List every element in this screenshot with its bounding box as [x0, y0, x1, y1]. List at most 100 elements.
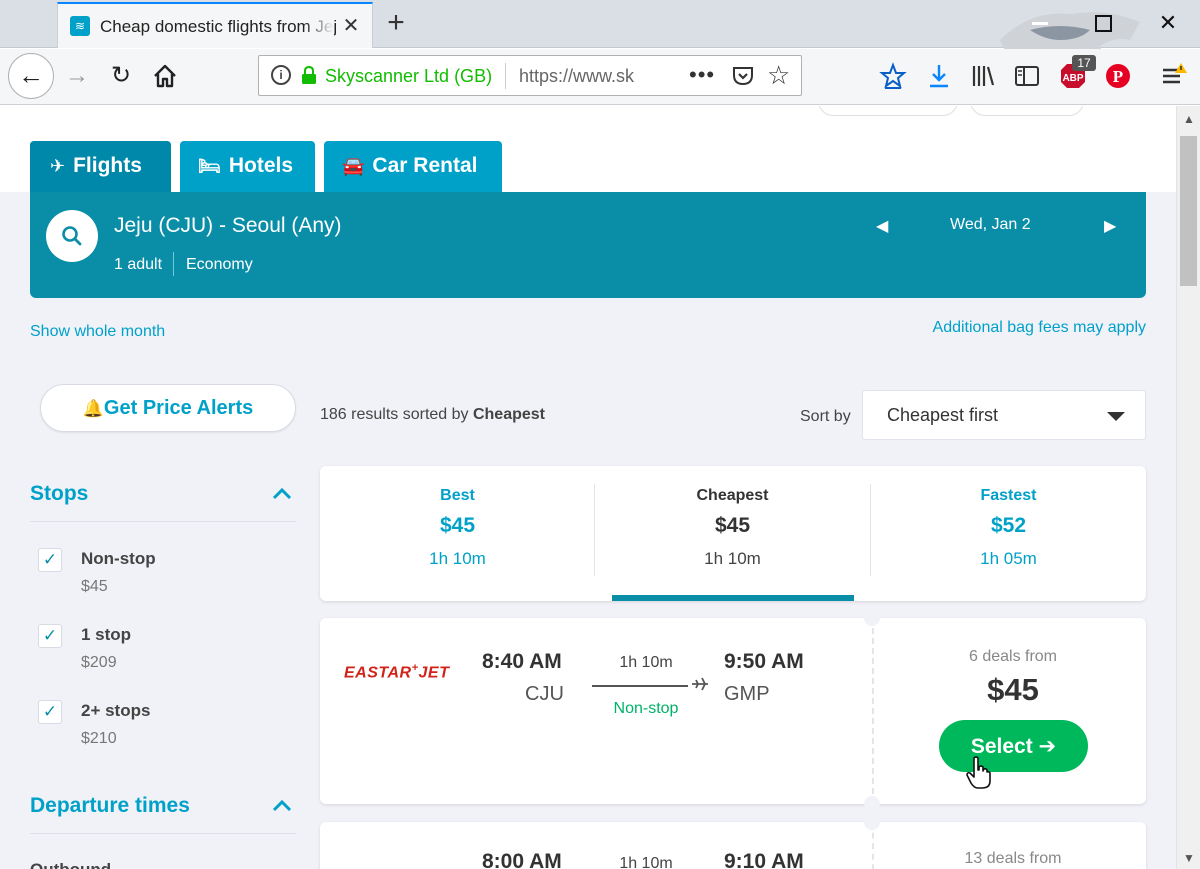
window-maximize-button[interactable] [1090, 10, 1116, 36]
url-separator [505, 63, 506, 89]
show-whole-month-link[interactable]: Show whole month [30, 323, 165, 341]
price-alerts-button[interactable]: 🔔Get Price Alerts [40, 384, 296, 432]
bell-icon: 🔔 [82, 399, 104, 418]
library-icon[interactable] [968, 61, 998, 91]
pocket-icon[interactable] [731, 64, 755, 88]
stop-option-price: $210 [81, 730, 117, 747]
airplane-icon [692, 677, 708, 691]
passenger-count: 1 adult [114, 256, 163, 273]
stops-filter-header[interactable]: Stops [30, 482, 296, 522]
tab-title-fade [304, 12, 334, 42]
flight-result-card[interactable]: 8:00 AM 1h 10m 9:10 AM 13 deals from [320, 814, 1146, 869]
bookmarks-star-icon[interactable] [878, 61, 908, 91]
back-button[interactable]: ← [8, 53, 54, 99]
summary-price: $45 [714, 514, 751, 537]
menu-hamburger-icon[interactable] [1158, 61, 1188, 91]
sort-select[interactable]: Cheapest first [862, 390, 1146, 440]
search-button[interactable] [46, 210, 98, 262]
card-dashed-divider [872, 618, 874, 804]
sort-summary-card: Best $45 1h 10m Cheapest $45 1h 10m Fast… [320, 466, 1146, 601]
tab-car-rental-label: Car Rental [372, 154, 478, 177]
summary-label: Cheapest [696, 487, 769, 504]
select-button[interactable]: Select ➔ [939, 720, 1088, 772]
summary-duration: 1h 05m [980, 549, 1037, 568]
route-line [592, 685, 688, 687]
tab-title: Cheap domestic flights from Jeju [100, 17, 336, 36]
summary-best[interactable]: Best $45 1h 10m [320, 466, 595, 601]
new-tab-button[interactable]: + [382, 8, 410, 38]
page-scrollbar[interactable]: ▲ ▼ [1176, 106, 1200, 869]
departure-time: 8:40 AM [482, 650, 562, 673]
page-actions-icon[interactable]: ••• [689, 62, 715, 88]
browser-navbar: ← → ↻ i Skyscanner Ltd (GB) https://www.… [0, 49, 1200, 105]
bookmark-star-icon[interactable]: ☆ [767, 60, 790, 91]
search-summary-panel[interactable]: Jeju (CJU) - Seoul (Any) 1 adult Economy… [30, 192, 1146, 298]
tab-hotels-label: Hotels [228, 154, 294, 177]
card-notch [864, 814, 880, 830]
header-button-partial[interactable] [818, 106, 958, 116]
previous-day-arrow-icon[interactable]: ◀ [876, 216, 888, 236]
stops-label: Non-stop [613, 700, 679, 717]
window-close-button[interactable]: ✕ [1155, 10, 1181, 36]
tab-hotels[interactable]: 🛏 Hotels [180, 141, 315, 192]
summary-price: $52 [990, 514, 1027, 537]
results-sort-key: Cheapest [472, 406, 545, 423]
skyscanner-favicon-icon: ≋ [70, 16, 90, 36]
url-text[interactable]: https://www.sk [519, 66, 639, 87]
deal-price: $45 [987, 672, 1039, 707]
chevron-up-icon[interactable] [272, 486, 292, 500]
site-info-icon[interactable]: i [271, 65, 291, 85]
download-icon[interactable] [924, 61, 954, 91]
svg-text:ABP: ABP [1062, 73, 1083, 84]
results-count-text: 186 results sorted by [320, 406, 473, 423]
departure-time: 8:00 AM [482, 850, 562, 869]
scroll-up-arrow-icon[interactable]: ▲ [1183, 112, 1195, 126]
scroll-down-arrow-icon[interactable]: ▼ [1183, 851, 1195, 865]
stop-option-nonstop[interactable]: ✓ Non-stop $45 [38, 548, 278, 608]
chevron-up-icon[interactable] [272, 798, 292, 812]
sidebar-icon[interactable] [1012, 61, 1042, 91]
arrival-time: 9:50 AM [724, 650, 804, 673]
deals-count: 6 deals from [968, 648, 1058, 665]
outbound-filter-label-partial: Outbound [30, 860, 111, 869]
departure-times-filter-header[interactable]: Departure times [30, 794, 296, 834]
stop-option-price: $209 [81, 654, 117, 671]
page-header-area [0, 106, 1176, 192]
header-button-partial[interactable] [970, 106, 1084, 116]
flight-result-card[interactable]: EASTAR+JET 8:40 AM CJU 1h 10m Non-stop 9… [320, 610, 1146, 812]
browser-tab-active[interactable]: ≋ Cheap domestic flights from Jeju ✕ [57, 2, 373, 48]
reload-button[interactable]: ↻ [106, 61, 136, 91]
tab-flights-label: Flights [73, 154, 142, 177]
checkbox-one-stop[interactable]: ✓ [38, 624, 62, 648]
stop-option-label: 1 stop [81, 625, 132, 644]
scrollbar-thumb[interactable] [1180, 136, 1197, 286]
home-icon[interactable] [150, 61, 180, 91]
bag-fees-link[interactable]: Additional bag fees may apply [860, 319, 1146, 337]
stop-option-one-stop[interactable]: ✓ 1 stop $209 [38, 624, 278, 684]
checkbox-two-plus-stops[interactable]: ✓ [38, 700, 62, 724]
summary-cheapest[interactable]: Cheapest $45 1h 10m [595, 466, 870, 601]
next-day-arrow-icon[interactable]: ▶ [1104, 216, 1116, 236]
tab-flights[interactable]: ✈ Flights [30, 141, 171, 192]
tab-close-icon[interactable]: ✕ [340, 15, 362, 37]
flight-duration: 1h 10m [619, 654, 673, 671]
url-bar[interactable]: i Skyscanner Ltd (GB) https://www.sk •••… [258, 55, 802, 96]
tab-car-rental[interactable]: 🚘 Car Rental [324, 141, 502, 192]
window-minimize-button[interactable] [1028, 10, 1054, 36]
summary-duration: 1h 10m [429, 549, 486, 568]
airline-logo-text: EASTAR [344, 664, 412, 682]
price-alerts-label: Get Price Alerts [103, 397, 254, 419]
airline-logo-suffix: JET [418, 664, 450, 682]
summary-fastest[interactable]: Fastest $52 1h 05m [871, 466, 1146, 601]
pinterest-icon[interactable]: P [1103, 61, 1133, 91]
cabin-class: Economy [173, 252, 253, 276]
browser-titlebar: ≋ Cheap domestic flights from Jeju ✕ + ✕ [0, 0, 1200, 100]
departure-airport: CJU [525, 683, 564, 705]
summary-label: Fastest [980, 487, 1037, 504]
lock-icon [302, 66, 316, 84]
forward-button[interactable]: → [62, 61, 92, 91]
site-identity-label: Skyscanner Ltd (GB) [325, 66, 493, 86]
stop-option-two-plus-stops[interactable]: ✓ 2+ stops $210 [38, 700, 278, 760]
sort-select-value: Cheapest first [887, 405, 999, 425]
checkbox-nonstop[interactable]: ✓ [38, 548, 62, 572]
